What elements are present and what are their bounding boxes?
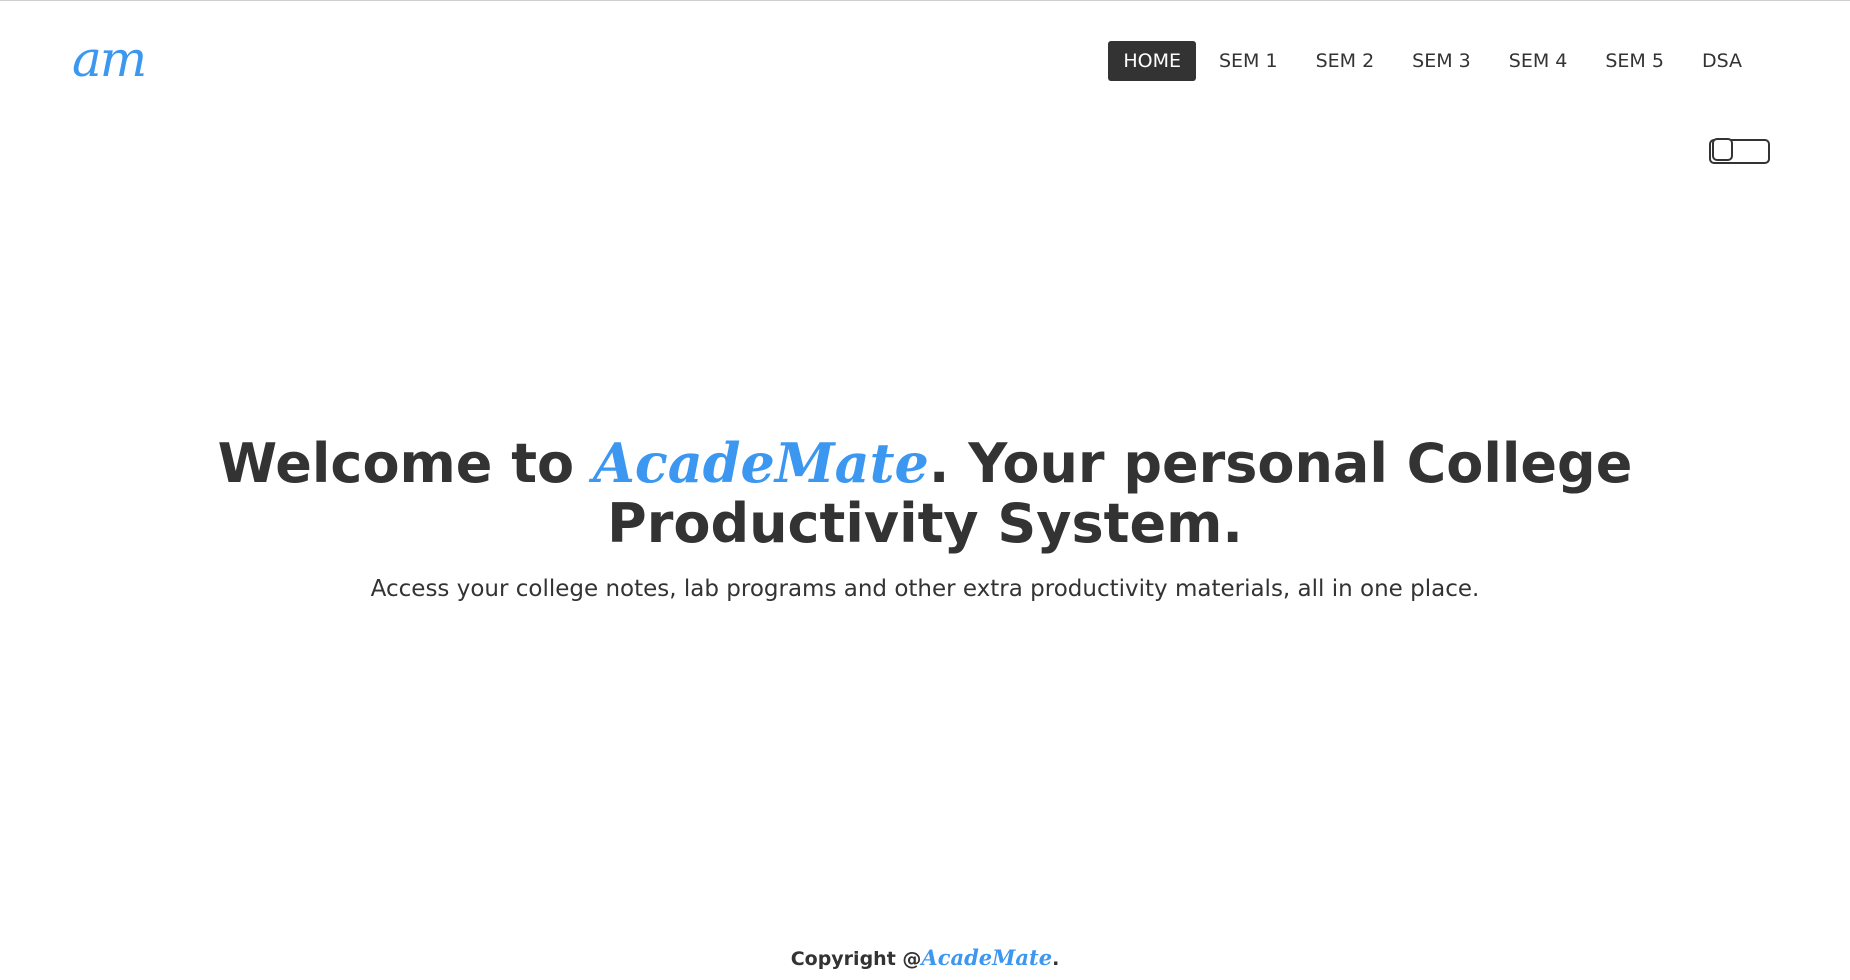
nav-item-sem-5[interactable]: SEM 5 [1590,41,1679,81]
main-nav: HOME SEM 1 SEM 2 SEM 3 SEM 4 SEM 5 DSA [1108,41,1757,81]
nav-item-sem-2[interactable]: SEM 2 [1301,41,1390,81]
hero-subtitle: Access your college notes, lab programs … [370,576,1480,602]
footer-copyright-prefix: Copyright @ [790,948,922,970]
hero-section: Welcome to AcadeMate. Your personal Coll… [0,433,1850,627]
nav-item-home[interactable]: HOME [1108,41,1196,81]
hero-brand-name: AcadeMate [592,431,929,495]
toggle-knob [1712,138,1733,161]
footer: Copyright @AcadeMate. [0,945,1850,970]
footer-suffix: . [1052,948,1060,970]
hero-title: Welcome to AcadeMate. Your personal Coll… [175,433,1675,554]
hero-title-prefix: Welcome to [217,432,593,495]
footer-brand-name: AcadeMate [921,945,1053,970]
site-logo[interactable]: am [72,27,147,91]
page: am HOME SEM 1 SEM 2 SEM 3 SEM 4 SEM 5 DS… [0,0,1850,980]
theme-toggle-switch[interactable] [1709,138,1770,164]
nav-item-sem-3[interactable]: SEM 3 [1397,41,1486,81]
nav-item-sem-1[interactable]: SEM 1 [1204,41,1293,81]
nav-item-dsa[interactable]: DSA [1687,41,1757,81]
nav-item-sem-4[interactable]: SEM 4 [1494,41,1583,81]
